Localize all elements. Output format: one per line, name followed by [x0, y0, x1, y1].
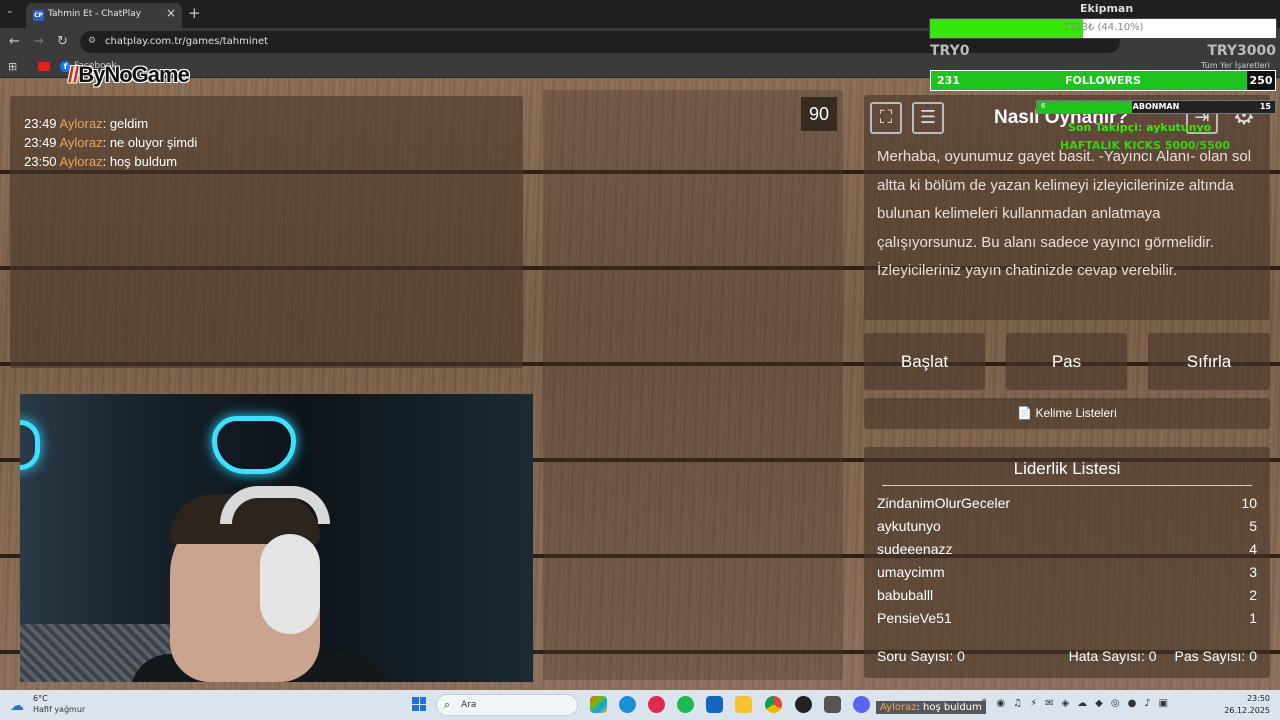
- fullscreen-icon[interactable]: ⛶: [870, 102, 902, 134]
- youtube-bookmark-icon[interactable]: [38, 62, 50, 71]
- chrome-icon[interactable]: [765, 696, 782, 713]
- question-count: Soru Sayısı: 0: [877, 648, 965, 664]
- new-tab-plus-icon[interactable]: +: [188, 4, 201, 22]
- site-info-icon[interactable]: ⚙: [88, 36, 96, 46]
- taskbar-search[interactable]: ⌕ Ara: [436, 694, 578, 716]
- chat-message: 23:50 Ayloraz: hoş buldum: [24, 154, 178, 169]
- leaderboard-row: aykutunyo 5: [877, 518, 1257, 534]
- clock-time: 23:50: [1246, 694, 1270, 703]
- followers-label: FOLLOWERS: [1065, 74, 1141, 87]
- equipment-goal-bar: 1323₺ (44.10%): [929, 18, 1277, 39]
- chat-toast: Ayloraz: hoş buldum: [876, 701, 986, 714]
- leaderboard-row: sudeeenazz 4: [877, 541, 1257, 557]
- system-tray-icons[interactable]: ⌃◉♫⚡✉◈☁◆◎●♪▣: [980, 698, 1176, 709]
- pass-count: Pas Sayısı: 0: [1174, 648, 1257, 664]
- tab-close-icon[interactable]: ×: [166, 6, 176, 20]
- followers-current: 231: [937, 74, 960, 87]
- search-placeholder: Ara: [461, 700, 477, 710]
- headphones: [220, 486, 330, 524]
- chat-panel: 23:49 Ayloraz: geldim 23:49 Ayloraz: ne …: [10, 96, 523, 368]
- obs-icon[interactable]: [795, 696, 812, 713]
- chat-message: 23:49 Ayloraz: geldim: [24, 116, 149, 131]
- leaderboard-row: ZindanimOlurGeceler 10: [877, 495, 1257, 511]
- rain-cloud-icon: ☁: [10, 698, 24, 714]
- chat-username: Ayloraz: [59, 154, 103, 169]
- equipment-goal-text: 1323₺ (44.10%): [1062, 22, 1144, 33]
- all-bookmarks-link[interactable]: Tüm Yer İşaretleri: [1201, 61, 1270, 70]
- taskbar-clock[interactable]: 23:50 26.12.2025: [1224, 693, 1270, 717]
- weather-desc: Hafif yağmur: [33, 705, 86, 714]
- chatplay-favicon-icon: CP: [33, 10, 44, 21]
- tab-title: Tahmin Et - ChatPlay: [48, 9, 142, 19]
- leaderboard-title: Liderlik Listesi: [882, 447, 1252, 486]
- webcam-feed: [20, 394, 533, 682]
- game-page: 23:49 Ayloraz: geldim 23:49 Ayloraz: ne …: [0, 78, 1280, 690]
- windows-taskbar: ☁ 6°C Hafif yağmur ⌕ Ara Ayloraz: hoş bu…: [0, 690, 1280, 720]
- last-follower-text: Son Takipçi: aykutunyo: [1068, 121, 1212, 134]
- streamer-area: [543, 90, 843, 680]
- game-stats: Soru Sayısı: 0 Hata Sayısı: 0 Pas Sayısı…: [877, 648, 1257, 664]
- chat-username: Ayloraz: [59, 135, 103, 150]
- followers-goal: 250: [1247, 71, 1275, 90]
- subscriber-goal: 15: [1259, 102, 1271, 111]
- discord-icon[interactable]: [853, 696, 870, 713]
- error-count: Hata Sayısı: 0: [1068, 648, 1157, 664]
- reload-icon[interactable]: ↻: [57, 34, 68, 49]
- subscriber-goal-bar: 6 ABONMAN 15: [1036, 100, 1276, 114]
- word-lists-button[interactable]: 📄 Kelime Listeleri: [864, 398, 1270, 429]
- temperature: 6°C: [33, 694, 48, 703]
- reset-button[interactable]: Sıfırla: [1148, 333, 1270, 390]
- leaderboard-row: PensieVe51 1: [877, 610, 1257, 626]
- url-text: chatplay.com.tr/games/tahminet: [105, 36, 269, 47]
- bynogame-logo: //ByNoGame: [68, 62, 190, 87]
- media-player-icon[interactable]: [648, 696, 665, 713]
- leaderboard-row: umaycimm 3: [877, 564, 1257, 580]
- start-button[interactable]: Başlat: [864, 333, 985, 390]
- equipment-goal-max: TRY3000: [1207, 43, 1276, 59]
- equipment-goal-label: Ekipman: [1080, 2, 1134, 15]
- tab-search-chevron-icon[interactable]: ⌄: [6, 6, 14, 16]
- pass-button[interactable]: Pas: [1006, 333, 1127, 390]
- how-to-play-text: Merhaba, oyunumuz gayet basit. -Yayıncı …: [877, 148, 1252, 279]
- countdown-timer: 90: [801, 97, 837, 131]
- leaderboard-row: babuballl 2: [877, 587, 1257, 603]
- neon-light: [212, 416, 296, 474]
- chat-message: 23:49 Ayloraz: ne oluyor şimdi: [24, 135, 198, 150]
- spotify-icon[interactable]: [677, 696, 694, 713]
- copilot-icon[interactable]: [590, 696, 607, 713]
- chat-username: Ayloraz: [59, 116, 103, 131]
- equipment-goal-min: TRY0: [930, 43, 970, 59]
- clock-date: 26.12.2025: [1224, 706, 1270, 715]
- weekly-kicks-text: HAFTALIK KICKS 5000/5500: [1060, 139, 1231, 152]
- windows-start-icon[interactable]: [412, 697, 426, 711]
- document-icon[interactable]: ☰: [912, 102, 944, 134]
- subscriber-label: ABONMAN: [1132, 102, 1180, 111]
- edge-icon[interactable]: [619, 696, 636, 713]
- back-arrow-icon[interactable]: ←: [9, 34, 20, 49]
- apps-grid-icon[interactable]: ⊞: [8, 60, 17, 73]
- store-icon[interactable]: [706, 696, 723, 713]
- settings-app-icon[interactable]: [824, 696, 841, 713]
- forward-arrow-icon[interactable]: →: [33, 34, 44, 49]
- file-explorer-icon[interactable]: [735, 696, 752, 713]
- search-icon: ⌕: [444, 698, 451, 711]
- browser-tab[interactable]: CP Tahmin Et - ChatPlay ×: [26, 3, 182, 28]
- leaderboard-panel: Liderlik Listesi ZindanimOlurGeceler 10 a…: [864, 447, 1270, 678]
- followers-goal-bar: FOLLOWERS 231 250: [930, 70, 1276, 91]
